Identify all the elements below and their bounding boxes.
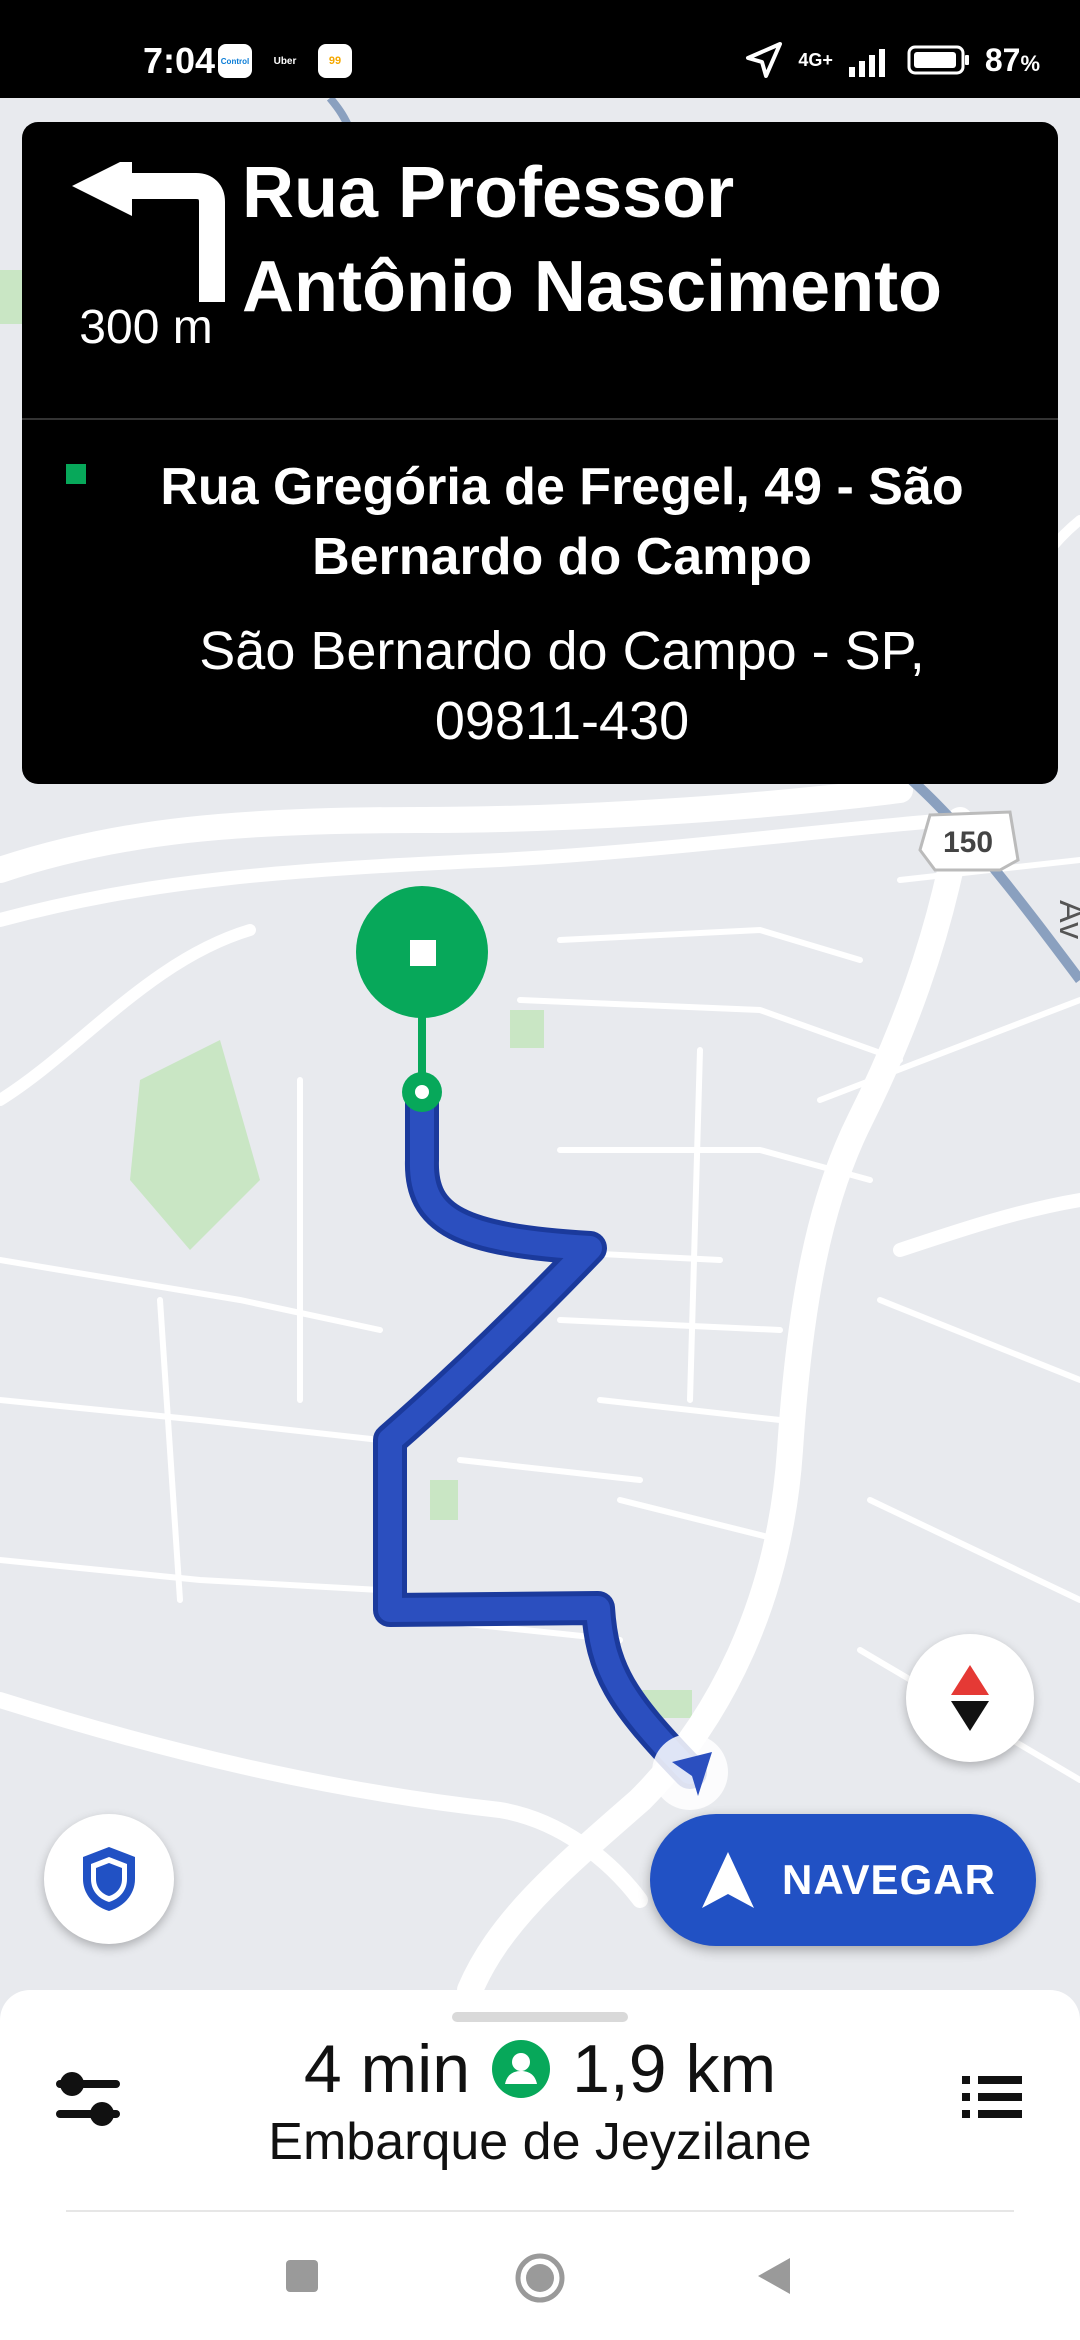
park-area (430, 1480, 458, 1520)
status-right-group: 4G+ 87% (744, 40, 1040, 80)
location-arrow-icon (746, 42, 783, 78)
status-bar: 7:04 Control Uber 99 4G+ 87% (0, 0, 1080, 98)
turn-distance: 300 m (79, 301, 213, 354)
signal-icon (848, 49, 885, 77)
compass-button[interactable] (906, 1634, 1034, 1762)
ninety-nine-app-icon: 99 (318, 44, 352, 78)
trip-summary: 4 min 1,9 km (0, 2030, 1080, 2108)
home-icon[interactable] (514, 2252, 566, 2304)
navigation-arrow-icon (702, 1852, 754, 1908)
battery-icon (907, 45, 969, 75)
navigate-button[interactable]: NAVEGAR (650, 1814, 1036, 1946)
pickup-label: Embarque de Jeyzilane (268, 2113, 812, 2171)
safety-shield-button[interactable] (44, 1814, 174, 1944)
road-shield-number: 150 (943, 826, 993, 859)
shield-icon (83, 1847, 135, 1911)
compass-icon (951, 1665, 989, 1731)
next-street-name: Rua Professor Antônio Nascimento (242, 153, 943, 327)
rider-icon (492, 2040, 551, 2098)
destination-address: Rua Gregória de Fregel, 49 - São Bernard… (160, 458, 964, 586)
list-icon[interactable] (962, 2072, 1022, 2122)
sheet-divider (66, 2210, 1014, 2212)
network-type: 4G+ (798, 50, 833, 70)
control-app-icon: Control (218, 44, 252, 78)
street-label: Av (1052, 900, 1080, 939)
destination-square-icon (66, 464, 86, 484)
destination-dot-center (415, 1085, 429, 1099)
destination-square-icon (410, 940, 436, 966)
trip-eta: 4 min (303, 2031, 471, 2107)
system-navigation-bar (0, 2222, 1080, 2340)
card-divider (22, 418, 1058, 420)
recents-icon[interactable] (284, 2258, 320, 2294)
navigation-instruction-card[interactable]: 300 m Rua Professor Antônio Nascimento R… (22, 122, 1058, 784)
battery-level: 87% (984, 41, 1040, 78)
turn-left-arrow-icon (72, 162, 225, 302)
status-time: 7:04 (143, 40, 216, 81)
drag-handle[interactable] (452, 2012, 628, 2022)
park-area (0, 270, 22, 324)
uber-app-icon: Uber (268, 44, 302, 78)
back-icon[interactable] (756, 2256, 792, 2296)
route-line (378, 1080, 702, 1784)
trip-distance: 1,9 km (572, 2031, 777, 2107)
park-area (510, 1010, 544, 1048)
navigate-button-label: NAVEGAR (782, 1856, 996, 1903)
park-area (130, 1040, 260, 1250)
destination-city: São Bernardo do Campo - SP, 09811-430 (199, 621, 925, 751)
